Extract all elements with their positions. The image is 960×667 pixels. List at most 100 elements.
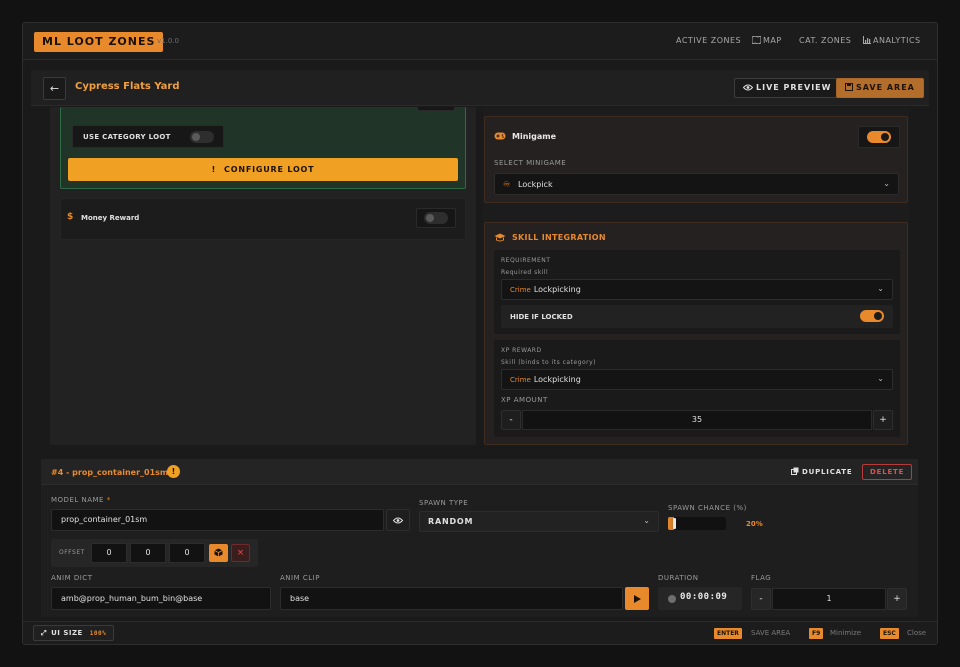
offset-row: OFFSET 0 0 0 ×	[51, 539, 258, 567]
minigame-title: Minigame	[512, 132, 557, 141]
spawn-chance-slider[interactable]	[668, 517, 726, 530]
duration-field[interactable]: 00:00:09	[658, 587, 742, 610]
enter-key-hint: ENTER	[714, 628, 742, 639]
xp-skill-select[interactable]: Crime Lockpicking ⌄	[501, 369, 893, 390]
nav-analytics[interactable]: ANALYTICS	[863, 36, 921, 45]
chevron-down-icon: ⌄	[877, 284, 884, 293]
loot-toggle-box[interactable]	[417, 107, 455, 111]
cube-icon	[214, 548, 223, 557]
graduation-cap-icon	[494, 233, 506, 242]
anim-clip-input[interactable]: base	[280, 587, 623, 610]
nav-active-zones[interactable]: ACTIVE ZONES	[676, 36, 741, 45]
requirement-section: REQUIREMENT Required skill Crime Lockpick…	[494, 250, 900, 334]
clear-offset-button[interactable]: ×	[231, 544, 250, 562]
analytics-icon	[863, 36, 871, 44]
hide-if-locked-row: HIDE IF LOCKED	[501, 305, 893, 328]
xp-reward-label: XP REWARD	[501, 347, 542, 354]
eye-icon	[742, 84, 754, 91]
spawn-type-select[interactable]: RANDOM ⌄	[419, 511, 659, 532]
chevron-down-icon: ⌄	[877, 374, 884, 383]
skill-integration-title: SKILL INTEGRATION	[512, 233, 606, 242]
flag-decrement-button[interactable]: -	[751, 588, 771, 610]
duration-value: 00:00:09	[680, 592, 728, 602]
map-icon	[751, 35, 762, 45]
flag-label: FLAG	[751, 574, 772, 582]
minigame-panel: Minigame SELECT MINIGAME ♾ Lockpick ⌄	[484, 116, 908, 203]
right-column: Minigame SELECT MINIGAME ♾ Lockpick ⌄ SK…	[483, 107, 909, 445]
resize-icon: ⤢	[41, 629, 48, 637]
configure-loot-button[interactable]: ! CONFIGURE LOOT	[68, 158, 458, 181]
minigame-toggle[interactable]	[867, 131, 891, 143]
spawn-chance-handle[interactable]	[673, 518, 676, 529]
content-area[interactable]: USE CATEGORY LOOT ! CONFIGURE LOOT $ Mone…	[41, 107, 918, 617]
spawn-type-label: SPAWN TYPE	[419, 499, 469, 507]
prop-card-header: #4 - prop_container_01sm ! DUPLICATE DEL…	[41, 459, 918, 485]
xp-amount-input[interactable]: 35	[522, 410, 872, 430]
xp-skill-value: Crime Lockpicking	[510, 375, 581, 384]
skill-category-tag: Crime	[510, 286, 531, 294]
minigame-select[interactable]: ♾ Lockpick ⌄	[494, 173, 899, 195]
save-area-button[interactable]: SAVE AREA	[836, 78, 924, 98]
required-skill-select[interactable]: Crime Lockpicking ⌄	[501, 279, 893, 300]
prop-heading: #4 - prop_container_01sm	[51, 468, 169, 477]
offset-label: OFFSET	[59, 549, 85, 556]
model-name-label: MODEL NAME *	[51, 496, 111, 504]
nav-map[interactable]: MAP	[751, 35, 782, 45]
offset-y-input[interactable]: 0	[130, 543, 166, 563]
minigame-selected-value: Lockpick	[518, 180, 553, 189]
ui-size-button[interactable]: ⤢ UI SIZE 100%	[33, 625, 115, 641]
dollar-icon: $	[67, 212, 74, 222]
required-skill-label: Required skill	[501, 269, 549, 276]
copy-icon	[791, 467, 799, 475]
play-icon	[634, 595, 641, 603]
play-animation-button[interactable]	[625, 587, 649, 610]
offset-z-input[interactable]: 0	[169, 543, 205, 563]
anim-dict-input[interactable]: amb@prop_human_bum_bin@base	[51, 587, 271, 610]
spawn-type-value: RANDOM	[428, 517, 474, 526]
skill-integration-panel: SKILL INTEGRATION REQUIREMENT Required s…	[484, 222, 908, 445]
f9-key-hint: F9	[809, 628, 824, 639]
hide-if-locked-label: HIDE IF LOCKED	[510, 313, 573, 321]
loot-panel: USE CATEGORY LOOT ! CONFIGURE LOOT	[60, 107, 466, 189]
anim-dict-label: ANIM DICT	[51, 574, 93, 582]
prop-card: #4 - prop_container_01sm ! DUPLICATE DEL…	[41, 459, 918, 617]
money-reward-toggle[interactable]	[424, 212, 448, 224]
page-header: ← Cypress Flats Yard LIVE PREVIEW SAVE A…	[31, 70, 929, 106]
pick-offset-button[interactable]	[209, 544, 228, 562]
preview-model-button[interactable]	[386, 509, 410, 531]
money-toggle-box	[416, 208, 456, 228]
app-window: ML LOOT ZONES v1.0.0 ACTIVE ZONES MAP CA…	[22, 22, 938, 645]
anim-clip-label: ANIM CLIP	[280, 574, 320, 582]
xp-decrement-button[interactable]: -	[501, 410, 521, 430]
key-icon: ♾	[503, 180, 511, 189]
nav-cat-zones[interactable]: CAT. ZONES	[799, 36, 851, 45]
skill-category-tag: Crime	[510, 376, 531, 384]
chevron-down-icon: ⌄	[883, 179, 890, 188]
use-category-loot-toggle[interactable]	[190, 131, 214, 143]
live-preview-button[interactable]: LIVE PREVIEW	[734, 78, 841, 98]
top-bar: ML LOOT ZONES v1.0.0 ACTIVE ZONES MAP CA…	[23, 23, 937, 60]
warning-icon: !	[167, 465, 180, 478]
offset-x-input[interactable]: 0	[91, 543, 127, 563]
back-button[interactable]: ←	[43, 77, 66, 100]
required-skill-value: Crime Lockpicking	[510, 285, 581, 294]
minigame-toggle-box	[858, 126, 900, 148]
f9-key-label: Minimize	[830, 629, 862, 637]
xp-increment-button[interactable]: +	[873, 410, 893, 430]
left-column: USE CATEGORY LOOT ! CONFIGURE LOOT $ Mone…	[50, 107, 476, 445]
duration-label: DURATION	[658, 574, 699, 582]
spawn-chance-value: 20%	[746, 520, 763, 528]
xp-skill-label: Skill (binds to its category)	[501, 359, 596, 366]
hide-if-locked-toggle[interactable]	[860, 310, 884, 322]
flag-increment-button[interactable]: +	[887, 588, 907, 610]
model-name-input[interactable]: prop_container_01sm	[51, 509, 384, 531]
ui-size-value: 100%	[89, 630, 107, 637]
use-category-loot-label: USE CATEGORY LOOT	[83, 133, 171, 141]
duplicate-button[interactable]: DUPLICATE	[791, 467, 852, 476]
bottom-bar: ⤢ UI SIZE 100% ENTER SAVE AREA F9 Minimiz…	[23, 621, 937, 644]
delete-button[interactable]: DELETE	[862, 464, 913, 480]
flag-input[interactable]: 1	[772, 588, 886, 610]
spawn-chance-label: SPAWN CHANCE (%)	[668, 504, 747, 512]
esc-key-hint: ESC	[880, 628, 899, 639]
money-reward-label: Money Reward	[81, 214, 140, 222]
